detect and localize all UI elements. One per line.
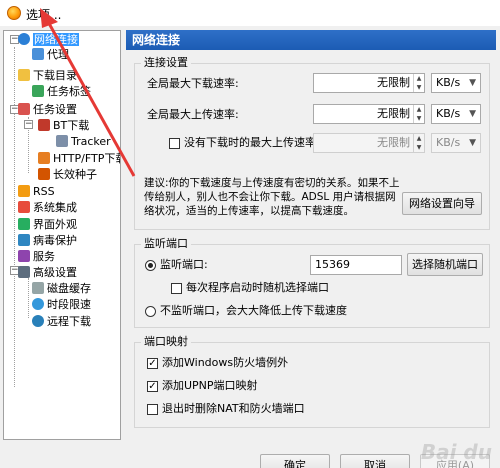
window-title: 选项... [26, 8, 62, 22]
tree-item-http-ftp[interactable]: HTTP/FTP下载 [38, 151, 120, 167]
tree-item-disk-cache[interactable]: 磁盘缓存 [32, 281, 91, 297]
chevron-down-icon: ▼ [469, 78, 476, 88]
listen-port-group: 监听端口 监听端口: 15369 选择随机端口 每次程序启动时随机选择端口 不监… [134, 237, 490, 328]
clock-icon [32, 298, 44, 310]
integration-icon [18, 201, 30, 213]
task-icon [18, 103, 30, 115]
options-dialog: − − − − 网络连接 代理 下载目录 任务标签 任务设置 BT下载 Trac… [0, 26, 500, 468]
tree-line [28, 278, 29, 318]
group-title: 监听端口 [141, 237, 191, 251]
max-download-label: 全局最大下载速率: [147, 77, 239, 90]
appearance-icon [18, 218, 30, 230]
tree-item-task-tags[interactable]: 任务标签 [32, 84, 91, 100]
remote-icon [32, 315, 44, 327]
remove-on-exit-label: 退出时删除NAT和防火墙端口 [162, 402, 305, 415]
idle-upload-label: 没有下载时的最大上传速率 [184, 136, 316, 149]
spinner[interactable]: ▲ ▼ [413, 134, 424, 152]
app-icon [7, 6, 21, 20]
tree-item-bt[interactable]: BT下载 [38, 118, 89, 134]
tree-item-proxy[interactable]: 代理 [32, 47, 69, 63]
advanced-icon [18, 266, 30, 278]
service-icon [18, 250, 30, 262]
port-mapping-group: 端口映射 ✓ 添加Windows防火墙例外 ✓ 添加UPNP端口映射 退出时删除… [134, 335, 490, 428]
tree-line [14, 47, 15, 387]
firewall-label: 添加Windows防火墙例外 [162, 356, 289, 369]
tag-icon [32, 85, 44, 97]
cancel-button[interactable]: 取消 [340, 454, 410, 468]
remove-on-exit-checkbox[interactable] [147, 404, 158, 415]
settings-panel: 网络连接 连接设置 全局最大下载速率: 无限制 ▲ ▼ KB/s ▼ 全局最大上传速… [126, 30, 496, 440]
tree-item-integration[interactable]: 系统集成 [18, 200, 77, 216]
idle-upload-input[interactable]: 无限制 ▲ ▼ [313, 133, 425, 153]
tree-item-advanced[interactable]: 高级设置 [18, 265, 77, 281]
network-icon [32, 48, 44, 60]
idle-upload-checkbox[interactable] [169, 138, 180, 149]
tree-item-network[interactable]: 网络连接 [18, 32, 79, 48]
panel-title: 网络连接 [126, 30, 496, 50]
tree-item-rss[interactable]: RSS [18, 184, 55, 200]
chevron-down-icon: ▼ [469, 109, 476, 119]
max-upload-input[interactable]: 无限制 ▲ ▼ [313, 104, 425, 124]
tree-item-seed[interactable]: 长效种子 [38, 167, 97, 183]
listen-port-input[interactable]: 15369 [310, 255, 402, 275]
random-port-button[interactable]: 选择随机端口 [407, 253, 483, 276]
tracker-icon [56, 135, 68, 147]
spinner[interactable]: ▲ ▼ [413, 74, 424, 92]
http-icon [38, 152, 50, 164]
max-download-unit-select[interactable]: KB/s ▼ [431, 73, 481, 93]
idle-upload-unit-select[interactable]: KB/s ▼ [431, 133, 481, 153]
upnp-label: 添加UPNP端口映射 [162, 379, 258, 392]
tree-item-remote[interactable]: 远程下载 [32, 314, 91, 330]
no-listen-label: 不监听端口，会大大降低上传下载速度 [160, 304, 347, 317]
tree-item-task-settings[interactable]: 任务设置 [18, 102, 77, 118]
shield-icon [18, 234, 30, 246]
tree-item-tracker[interactable]: Tracker [56, 134, 111, 150]
folder-icon [18, 69, 30, 81]
chevron-down-icon: ▼ [469, 138, 476, 148]
ok-button[interactable]: 确定 [260, 454, 330, 468]
globe-icon [18, 33, 30, 45]
random-on-start-checkbox[interactable] [171, 283, 182, 294]
max-upload-label: 全局最大上传速率: [147, 108, 239, 121]
listen-port-label: 监听端口: [160, 258, 208, 271]
upnp-checkbox[interactable]: ✓ [147, 381, 158, 392]
title-bar: 选项... [0, 0, 500, 26]
options-tree[interactable]: − − − − 网络连接 代理 下载目录 任务标签 任务设置 BT下载 Trac… [3, 30, 121, 440]
tree-item-appearance[interactable]: 界面外观 [18, 217, 77, 233]
group-title: 连接设置 [141, 56, 191, 70]
seed-icon [38, 168, 50, 180]
spinner[interactable]: ▲ ▼ [413, 105, 424, 123]
tree-expander[interactable]: − [24, 120, 33, 129]
bt-icon [38, 119, 50, 131]
rss-icon [18, 185, 30, 197]
listen-port-radio[interactable] [145, 260, 156, 271]
tree-item-virus[interactable]: 病毒保护 [18, 233, 77, 249]
max-upload-unit-select[interactable]: KB/s ▼ [431, 104, 481, 124]
firewall-checkbox[interactable]: ✓ [147, 358, 158, 369]
tree-item-service[interactable]: 服务 [18, 249, 55, 265]
disk-icon [32, 282, 44, 294]
random-on-start-label: 每次程序启动时随机选择端口 [186, 281, 329, 294]
tree-item-schedule[interactable]: 时段限速 [32, 297, 91, 313]
group-title: 端口映射 [141, 335, 191, 349]
max-download-input[interactable]: 无限制 ▲ ▼ [313, 73, 425, 93]
tree-item-download-dir[interactable]: 下载目录 [18, 68, 77, 84]
watermark: Bai du [420, 440, 492, 464]
network-wizard-button[interactable]: 网络设置向导 [402, 192, 482, 215]
no-listen-radio[interactable] [145, 306, 156, 317]
bandwidth-hint: 建议:你的下载速度与上传速度有密切的关系。如果不上传给别人，别人也不会让你下载。… [144, 177, 400, 217]
